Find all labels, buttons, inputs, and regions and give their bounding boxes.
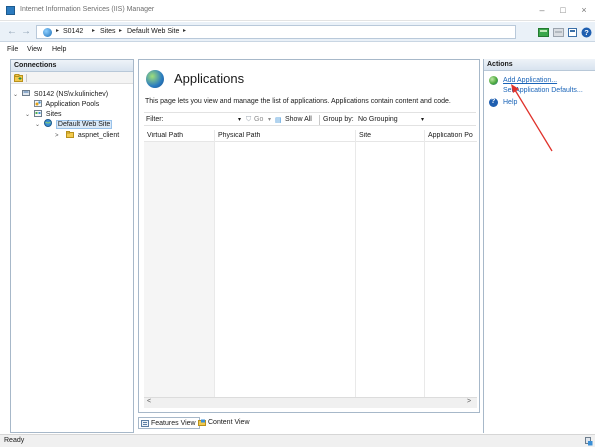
- status-bar: Ready: [0, 434, 595, 447]
- annotation-arrow: [511, 84, 553, 152]
- status-text: Ready: [4, 437, 25, 444]
- connection-status-icon: [585, 437, 593, 446]
